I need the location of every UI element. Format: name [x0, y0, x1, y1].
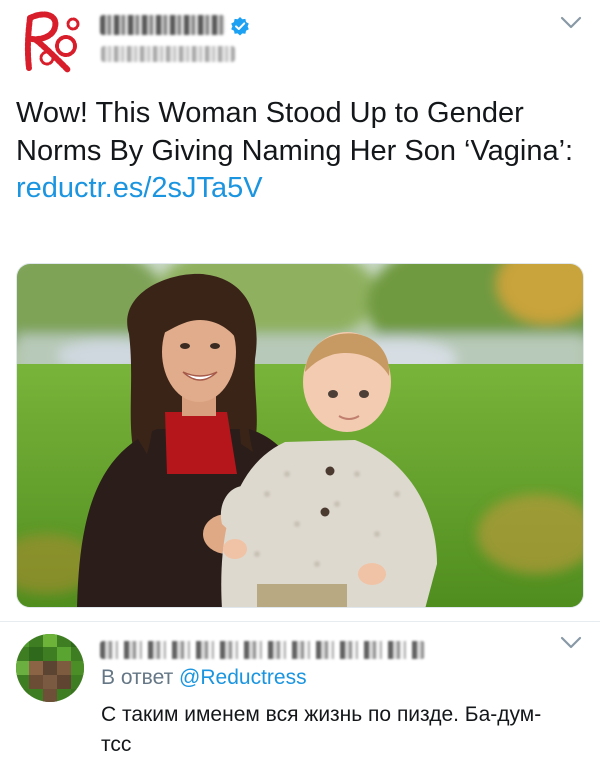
- photo-mother-and-baby-icon: [17, 264, 583, 607]
- reply-text: С таким именем вся жизнь по пизде. Ба-ду…: [101, 703, 542, 756]
- reductress-logo-avatar[interactable]: [16, 6, 88, 78]
- chevron-down-icon[interactable]: [560, 16, 582, 30]
- chevron-down-icon[interactable]: [560, 636, 582, 650]
- display-name-redacted[interactable]: [100, 15, 225, 35]
- reply-name-redacted[interactable]: [100, 641, 425, 659]
- verified-badge-icon: [231, 17, 249, 36]
- pixelated-avatar[interactable]: [15, 633, 85, 703]
- reply-prefix: В ответ: [101, 666, 174, 689]
- tweet-text: Wow! This Woman Stood Up to Gender Norms…: [16, 95, 586, 208]
- divider: [0, 621, 600, 622]
- mention-link[interactable]: @Reductress: [179, 666, 307, 689]
- tweet-photo[interactable]: [16, 263, 584, 608]
- tweet-link[interactable]: reductr.es/2sJTa5V: [16, 172, 263, 204]
- tweet-body: Wow! This Woman Stood Up to Gender Norms…: [16, 97, 574, 167]
- handle-redacted[interactable]: [101, 46, 235, 62]
- reply-context: В ответ @Reductress: [101, 666, 307, 690]
